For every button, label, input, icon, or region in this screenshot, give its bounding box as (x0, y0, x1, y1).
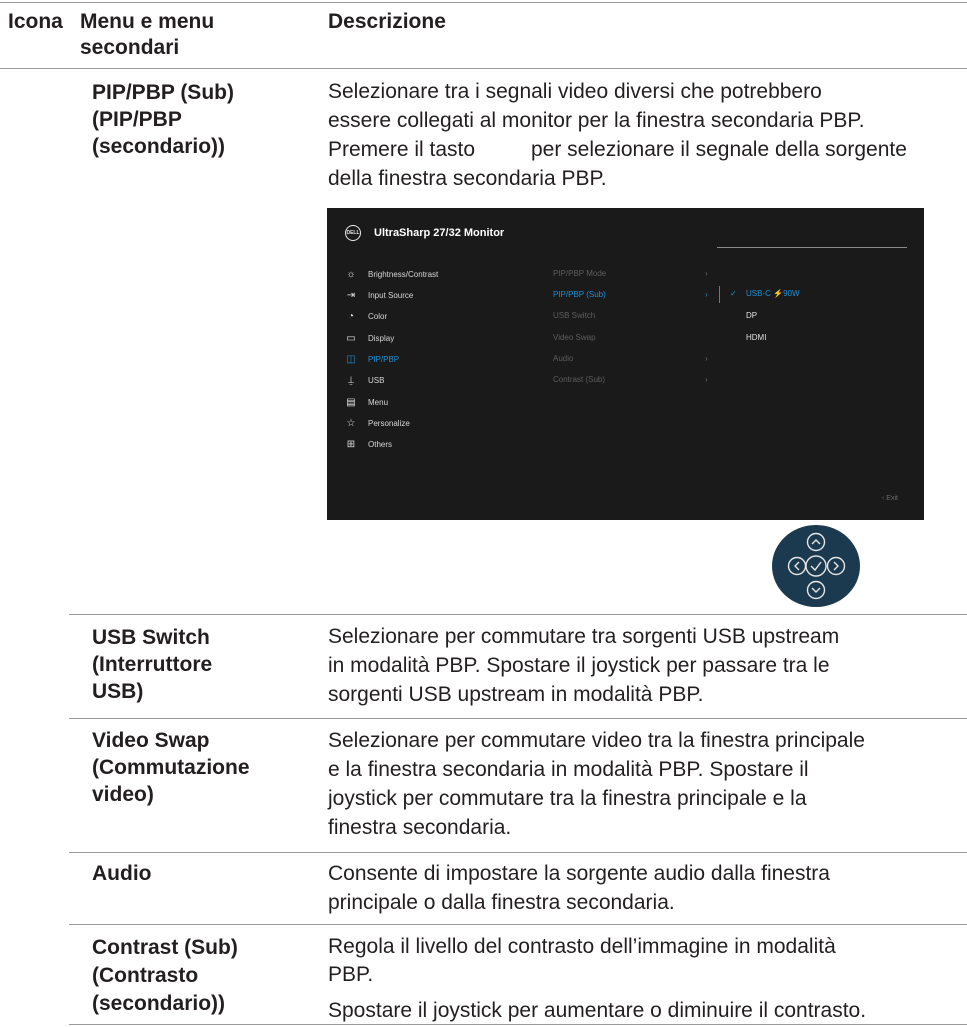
osd-option-hdmi: HDMI (746, 333, 767, 342)
description-text: essere collegati al monitor per la fines… (328, 109, 865, 132)
description-text: Selezionare tra i segnali video diversi … (328, 80, 822, 103)
header-menu-column-line2: secondari (80, 36, 180, 59)
osd-menu-color: ◔ Color (345, 307, 387, 325)
osd-exit: ‹ Exit (882, 495, 898, 502)
chevron-right-icon: › (705, 375, 708, 384)
description-text: Regola il livello del contrasto dell’imm… (328, 935, 836, 958)
osd-submenu-item: PIP/PBP Mode (553, 269, 607, 278)
description-text: per selezionare il segnale della sorgent… (531, 138, 907, 161)
menu-usb-switch: USB) (92, 680, 144, 703)
description-text: finestra secondaria. (328, 816, 512, 839)
osd-menu-label: Display (368, 333, 395, 343)
color-icon: ◔ (347, 310, 355, 322)
osd-menu-label: Others (368, 439, 393, 449)
osd-divider (717, 247, 907, 248)
chevron-left-icon: ‹ (882, 495, 885, 502)
menu-video-swap: (Commutazione (92, 756, 250, 779)
selection-indicator (719, 286, 720, 303)
osd-menu-menu: ▤ Menu (345, 393, 388, 411)
description-text: Selezionare per commutare video tra la f… (328, 729, 865, 752)
osd-menu-usb: ⍊ USB (345, 371, 384, 389)
osd-menu-screenshot: DELL UltraSharp 27/32 Monitor ☼ Brightne… (327, 208, 924, 520)
osd-submenu-item: Contrast (Sub) (553, 375, 606, 384)
chevron-right-icon: › (705, 354, 708, 363)
menu-contrast-sub: (Contrasto (92, 964, 199, 987)
chevron-right-icon: › (705, 290, 708, 299)
display-icon: ▭ (346, 332, 356, 344)
description-text: principale o dalla finestra secondaria. (328, 891, 675, 914)
menu-pip-pbp-sub: (PIP/PBP (92, 108, 182, 131)
osd-submenu-item: USB Switch (553, 311, 596, 320)
menu-video-swap: Video Swap (92, 729, 210, 752)
description-text: Premere il tasto (328, 138, 476, 161)
osd-menu-display: ▭ Display (345, 329, 394, 347)
menu-pip-pbp-sub: PIP/PBP (Sub) (92, 81, 234, 104)
description-text: Consente di impostare la sorgente audio … (328, 862, 830, 885)
description-text: e la finestra secondaria in modalità PBP… (328, 758, 809, 781)
usb-icon: ⍊ (348, 374, 354, 386)
dell-logo-icon: DELL (345, 225, 361, 241)
osd-menu-label: USB (368, 375, 385, 385)
osd-menu-input-source: ⇥ Input Source (345, 286, 414, 304)
description-text: sorgenti USB upstream in modalità PBP. (328, 683, 704, 706)
description-text: della finestra secondaria PBP. (328, 167, 607, 190)
table-top-rule (0, 2, 967, 3)
osd-menu-label: Color (368, 311, 388, 321)
description-text: joystick per commutare tra la finestra p… (328, 787, 807, 810)
osd-menu-others: ⊞ Others (345, 435, 392, 453)
menu-usb-switch: (Interruttore (92, 653, 213, 676)
osd-submenu-item: Audio (553, 354, 574, 363)
menu-usb-switch: USB Switch (92, 626, 210, 649)
osd-menu-label: Personalize (368, 418, 410, 428)
menu-audio: Audio (92, 862, 152, 885)
checkmark-icon: ✓ (730, 289, 737, 298)
description-text: Selezionare per commutare tra sorgenti U… (328, 625, 840, 648)
osd-submenu-item: Video Swap (553, 333, 596, 342)
pip-pbp-icon: ◫ (346, 353, 356, 365)
star-icon: ☆ (346, 417, 356, 429)
input-source-icon: ⇥ (346, 289, 356, 301)
osd-option-dp: DP (746, 311, 758, 320)
others-icon: ⊞ (346, 438, 356, 450)
row-divider (69, 614, 967, 615)
description-text: in modalità PBP. Spostare il joystick pe… (328, 654, 830, 677)
header-menu-column-line1: Menu e menu (80, 10, 215, 33)
row-divider (69, 924, 967, 925)
menu-pip-pbp-sub: (secondario)) (92, 135, 226, 158)
header-bottom-rule (0, 68, 967, 69)
row-divider (69, 852, 967, 853)
osd-menu-personalize: ☆ Personalize (345, 414, 410, 432)
description-text: PBP. (328, 963, 374, 986)
header-description-column: Descrizione (328, 10, 446, 33)
osd-option-usb-c: USB-C ⚡90W (746, 289, 800, 298)
description-text: Spostare il joystick per aumentare o dim… (328, 999, 867, 1022)
osd-submenu-item: PIP/PBP (Sub) (553, 290, 606, 299)
power-delivery-icon: ⚡ (773, 289, 784, 298)
joystick-icon (772, 525, 860, 607)
osd-menu-pip-pbp: ◫ PIP/PBP (345, 350, 399, 368)
row-divider (69, 718, 967, 719)
osd-menu-label: Menu (368, 397, 389, 407)
brightness-icon: ☼ (346, 268, 356, 280)
osd-menu-label: PIP/PBP (368, 354, 400, 364)
osd-title: UltraSharp 27/32 Monitor (374, 227, 505, 239)
osd-menu-brightness-contrast: ☼ Brightness/Contrast (345, 265, 438, 283)
menu-contrast-sub: (secondario)) (92, 992, 226, 1015)
osd-menu-label: Brightness/Contrast (368, 269, 439, 279)
header-icon-column: Icona (8, 10, 63, 33)
menu-contrast-sub: Contrast (Sub) (92, 936, 238, 959)
menu-icon: ▤ (346, 396, 356, 408)
chevron-right-icon: › (705, 269, 708, 278)
osd-menu-label: Input Source (368, 290, 414, 300)
menu-video-swap: video) (92, 783, 154, 806)
